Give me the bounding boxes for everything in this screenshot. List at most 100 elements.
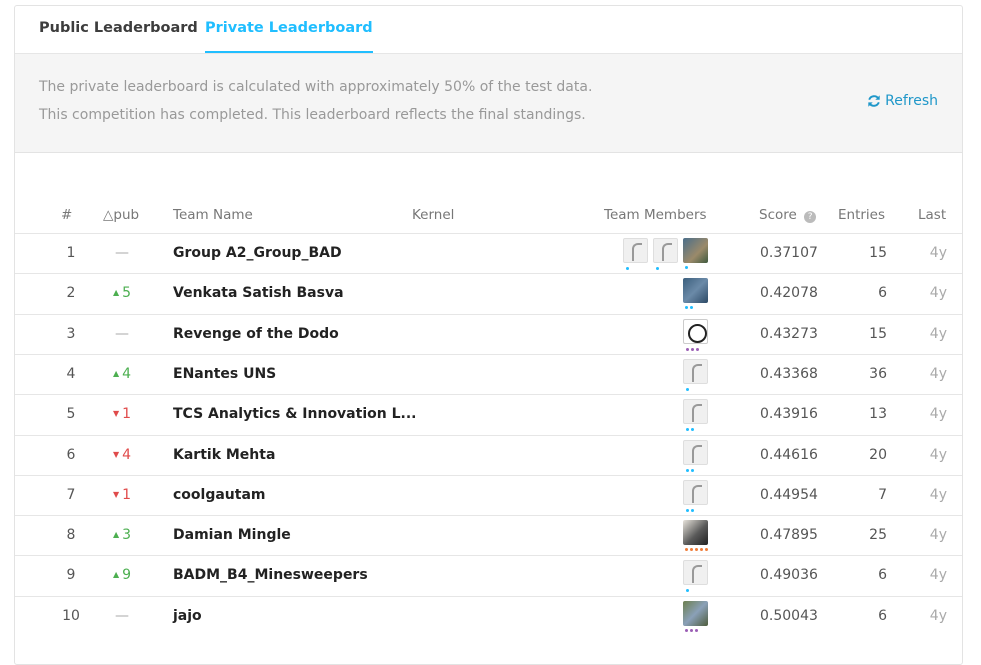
entries-cell: 7 bbox=[878, 486, 887, 503]
rank-cell: 5 bbox=[66, 406, 76, 423]
rank-change-value: 4 bbox=[122, 365, 132, 382]
score-cell: 0.47895 bbox=[760, 527, 818, 544]
member-avatar[interactable] bbox=[683, 358, 708, 391]
table-row[interactable]: 8 ▲ 3 Damian Mingle 0.47895 25 4y bbox=[15, 515, 962, 556]
member-avatar[interactable] bbox=[683, 399, 708, 432]
member-avatar[interactable] bbox=[683, 238, 708, 269]
notice-line-1: The private leaderboard is calculated wi… bbox=[39, 79, 593, 95]
tier-dots bbox=[686, 428, 694, 432]
rank-change-value: 1 bbox=[122, 486, 132, 503]
col-score-label: Score bbox=[759, 207, 797, 223]
member-avatar[interactable] bbox=[683, 520, 708, 552]
team-name-link[interactable]: ENantes UNS bbox=[173, 366, 276, 382]
last-submission-cell: 4y bbox=[929, 325, 947, 342]
refresh-button[interactable]: Refresh bbox=[867, 93, 938, 109]
rank-cell: 10 bbox=[62, 607, 80, 624]
tier-dots bbox=[656, 267, 659, 270]
tier-dots bbox=[685, 548, 708, 552]
last-submission-cell: 4y bbox=[929, 406, 947, 423]
table-row[interactable]: 1 — Group A2_Group_BAD 0.37107 15 4y bbox=[15, 233, 962, 274]
col-delta[interactable]: △pub bbox=[103, 207, 139, 223]
score-cell: 0.44616 bbox=[760, 446, 818, 463]
member-avatar[interactable] bbox=[683, 479, 708, 512]
score-cell: 0.43368 bbox=[760, 365, 818, 382]
col-members[interactable]: Team Members bbox=[604, 207, 707, 223]
rank-cell: 7 bbox=[66, 486, 76, 503]
rank-up-icon: ▲ bbox=[112, 530, 120, 540]
team-members bbox=[683, 600, 708, 632]
rank-change-value: — bbox=[115, 245, 129, 261]
entries-cell: 15 bbox=[869, 245, 887, 261]
member-avatar[interactable] bbox=[623, 238, 648, 270]
tab-private-leaderboard[interactable]: Private Leaderboard bbox=[205, 6, 373, 53]
team-members bbox=[683, 399, 708, 432]
last-submission-cell: 4y bbox=[929, 365, 947, 382]
col-score[interactable]: Score ? bbox=[759, 207, 817, 223]
refresh-icon bbox=[868, 95, 880, 107]
team-members bbox=[683, 560, 708, 593]
tier-dots bbox=[685, 306, 693, 310]
col-last[interactable]: Last bbox=[918, 207, 946, 223]
tab-public-leaderboard[interactable]: Public Leaderboard bbox=[39, 6, 198, 53]
member-avatar[interactable] bbox=[653, 238, 678, 270]
rank-up-icon: ▲ bbox=[112, 288, 120, 298]
rank-up-icon: ▲ bbox=[112, 368, 120, 378]
last-submission-cell: 4y bbox=[929, 245, 947, 261]
table-row[interactable]: 5 ▼ 1 TCS Analytics & Innovation L... 0.4391… bbox=[15, 394, 962, 435]
help-icon[interactable]: ? bbox=[804, 211, 817, 223]
team-name-link[interactable]: Group A2_Group_BAD bbox=[173, 245, 342, 261]
team-name-link[interactable]: Damian Mingle bbox=[173, 527, 291, 543]
member-avatar[interactable] bbox=[683, 560, 708, 593]
rank-change-value: 5 bbox=[122, 285, 132, 302]
score-cell: 0.42078 bbox=[760, 285, 818, 302]
tier-dots bbox=[686, 468, 694, 472]
tier-dots bbox=[626, 267, 629, 270]
table-row[interactable]: 4 ▲ 4 ENantes UNS 0.43368 36 4y bbox=[15, 353, 962, 395]
table-row[interactable]: 7 ▼ 1 coolgautam 0.44954 7 4y bbox=[15, 474, 962, 516]
entries-cell: 25 bbox=[869, 527, 887, 544]
tier-dots bbox=[686, 347, 699, 351]
team-name-link[interactable]: Revenge of the Dodo bbox=[173, 326, 339, 342]
rank-change-value: — bbox=[115, 325, 129, 342]
col-team[interactable]: Team Name bbox=[173, 207, 253, 223]
member-avatar[interactable] bbox=[683, 439, 708, 472]
tier-dots bbox=[685, 266, 688, 269]
team-name-link[interactable]: Venkata Satish Basva bbox=[173, 285, 344, 301]
table-row[interactable]: 9 ▲ 9 BADM_B4_Minesweepers 0.49036 6 4y bbox=[15, 555, 962, 596]
rank-down-icon: ▼ bbox=[112, 409, 120, 419]
team-members bbox=[683, 479, 708, 512]
table-row[interactable]: 3 — Revenge of the Dodo 0.43273 15 4y bbox=[15, 313, 962, 355]
table-row[interactable]: 2 ▲ 5 Venkata Satish Basva 0.42078 6 4y bbox=[15, 273, 962, 314]
member-avatar[interactable] bbox=[683, 278, 708, 310]
team-name-link[interactable]: BADM_B4_Minesweepers bbox=[173, 567, 368, 583]
member-avatar[interactable] bbox=[683, 318, 708, 351]
rank-change: ▼ 1 bbox=[105, 487, 139, 503]
last-submission-cell: 4y bbox=[929, 446, 947, 463]
table-row[interactable]: 10 — jajo 0.50043 6 4y bbox=[15, 595, 962, 637]
rank-cell: 2 bbox=[66, 285, 76, 302]
team-members bbox=[683, 520, 708, 552]
rank-down-icon: ▼ bbox=[112, 489, 120, 499]
rank-cell: 1 bbox=[66, 245, 76, 261]
member-avatar[interactable] bbox=[683, 600, 708, 632]
team-name-link[interactable]: coolgautam bbox=[173, 487, 266, 503]
team-name-link[interactable]: jajo bbox=[173, 608, 202, 624]
table-row[interactable]: 6 ▼ 4 Kartik Mehta 0.44616 20 4y bbox=[15, 434, 962, 476]
team-members bbox=[683, 439, 708, 472]
rank-change: ▲ 5 bbox=[105, 285, 139, 301]
rank-cell: 3 bbox=[66, 325, 76, 342]
leaderboard-panel: Public Leaderboard Private Leaderboard T… bbox=[14, 5, 963, 665]
rank-cell: 9 bbox=[66, 567, 76, 584]
score-cell: 0.44954 bbox=[760, 486, 818, 503]
team-name-link[interactable]: Kartik Mehta bbox=[173, 447, 275, 463]
col-rank[interactable]: # bbox=[61, 207, 72, 223]
last-submission-cell: 4y bbox=[929, 607, 947, 624]
entries-cell: 13 bbox=[869, 406, 887, 423]
rank-change: ▲ 9 bbox=[105, 567, 139, 583]
rank-up-icon: ▲ bbox=[112, 570, 120, 580]
team-members bbox=[683, 278, 708, 310]
score-cell: 0.37107 bbox=[760, 245, 818, 261]
col-entries[interactable]: Entries bbox=[838, 207, 885, 223]
team-name-link[interactable]: TCS Analytics & Innovation L... bbox=[173, 406, 416, 422]
col-kernel[interactable]: Kernel bbox=[412, 207, 454, 223]
